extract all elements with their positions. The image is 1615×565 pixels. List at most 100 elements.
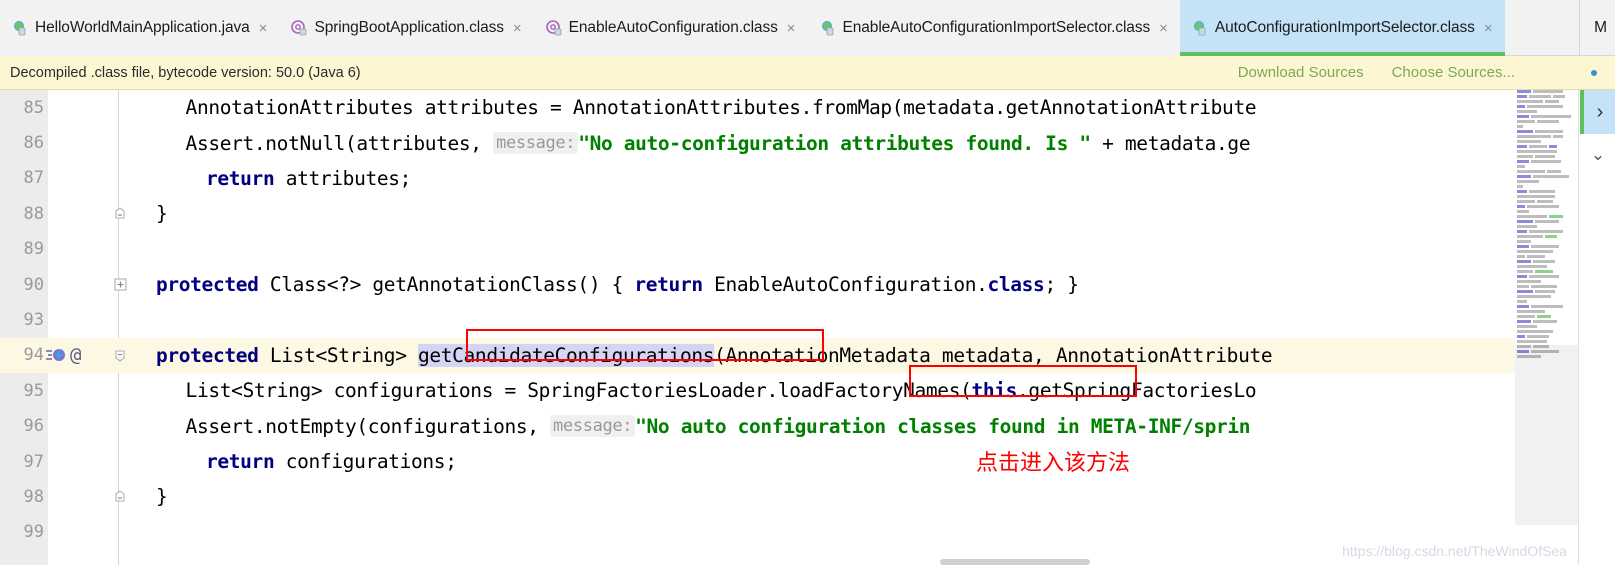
line-number: 90 (0, 266, 44, 303)
implementing-method-icon[interactable] (46, 346, 68, 364)
download-sources-link[interactable]: Download Sources (1238, 64, 1364, 81)
minimap-row (1515, 200, 1578, 203)
next-occurrence-button[interactable]: › (1580, 90, 1615, 134)
minimap-row (1515, 120, 1578, 123)
load-factory-names-call[interactable]: loadFactoryNames (778, 379, 961, 402)
code-editor[interactable]: 85 AnnotationAttributes attributes = Ann… (0, 90, 1615, 565)
keyword: protected (156, 343, 259, 367)
code-line[interactable]: 98 } (0, 479, 1615, 515)
line-number: 96 (0, 408, 44, 444)
close-icon[interactable]: × (513, 21, 522, 36)
annotation-class-icon (291, 20, 307, 36)
keyword: return (206, 166, 275, 190)
minimap-row (1515, 195, 1578, 198)
tab-enableautoconfigurationimportselector[interactable]: EnableAutoConfigurationImportSelector.cl… (807, 0, 1180, 56)
code-line[interactable]: 95 List<String> configurations = SpringF… (0, 373, 1615, 409)
minimap-row (1515, 230, 1578, 233)
line-number: 86 (0, 125, 44, 161)
code-line[interactable]: 96 Assert.notEmpty(configurations, messa… (0, 408, 1615, 444)
annotation-class-icon (545, 20, 562, 36)
close-icon[interactable]: × (787, 21, 796, 36)
minimap-row (1515, 295, 1578, 298)
tab-overflow-indicator[interactable]: M (1579, 0, 1615, 55)
minimap-row (1515, 250, 1578, 253)
minimap-row (1515, 285, 1578, 288)
code-minimap[interactable] (1515, 90, 1578, 565)
code-line[interactable]: 97 return configurations; (0, 443, 1615, 480)
minimap-row (1515, 225, 1578, 228)
tab-enableautoconfiguration[interactable]: EnableAutoConfiguration.class × (533, 0, 808, 56)
line-code: } (140, 196, 168, 231)
line-code: return configurations; (140, 444, 457, 479)
code-line[interactable]: 85 AnnotationAttributes attributes = Ann… (0, 90, 1615, 126)
tab-autoconfigurationimportselector[interactable]: AutoConfigurationImportSelector.class × (1179, 0, 1505, 56)
code-text: } (156, 485, 168, 509)
code-line[interactable]: 90 protected Class<?> getAnnotationClass… (0, 266, 1615, 303)
tab-label: HelloWorldMainApplication.java (35, 19, 250, 36)
class-file-icon (821, 21, 833, 36)
code-line-current[interactable]: 94 @ protected List<String> getCandidate… (0, 337, 1615, 374)
code-text: (AnnotationMetadata metadata, Annotation… (714, 343, 1273, 367)
gutter-icons[interactable]: @ (46, 338, 118, 373)
line-code: List<String> configurations = SpringFact… (140, 373, 1257, 408)
minimap-row (1515, 335, 1578, 338)
fold-collapse-marker[interactable] (112, 338, 128, 373)
minimap-highlight-region (1515, 345, 1578, 525)
tab-label: AutoConfigurationImportSelector.class (1214, 19, 1475, 36)
close-icon[interactable]: × (259, 21, 268, 36)
tab-label: EnableAutoConfigurationImportSelector.cl… (842, 19, 1151, 36)
minimap-row (1515, 90, 1578, 93)
minimap-row (1515, 290, 1578, 293)
notification-message: Decompiled .class file, bytecode version… (10, 64, 361, 81)
code-line[interactable]: 86 Assert.notNull(attributes, message: "N… (0, 125, 1615, 161)
close-icon[interactable]: × (1484, 21, 1493, 36)
fold-end-marker[interactable] (112, 479, 128, 514)
editor-tab-bar: HelloWorldMainApplication.java × SpringB… (0, 0, 1615, 56)
parameter-hint: message: (493, 132, 579, 155)
minimap-row (1515, 105, 1578, 108)
fold-end-marker[interactable] (112, 196, 128, 231)
editor-right-gutter: › ⌄ (1578, 90, 1615, 565)
code-text: List<String> configurations = SpringFact… (140, 379, 779, 403)
minimap-row (1515, 245, 1578, 248)
horizontal-scrollbar-thumb[interactable] (940, 559, 1090, 565)
line-code: Assert.notEmpty(configurations, message:… (140, 409, 1251, 444)
tab-springbootapplication[interactable]: SpringBootApplication.class × (279, 0, 534, 56)
code-text: EnableAutoConfiguration. (702, 273, 988, 297)
minimap-row (1515, 125, 1578, 128)
minimap-row (1515, 95, 1578, 98)
line-number: 99 (0, 514, 44, 551)
fold-expand-marker[interactable] (112, 267, 128, 302)
collapse-notification-button[interactable]: ⌄ (1580, 136, 1615, 174)
minimap-row (1515, 190, 1578, 193)
code-line[interactable]: 88 } (0, 196, 1615, 232)
choose-sources-link[interactable]: Choose Sources... (1392, 64, 1515, 81)
selected-method-name[interactable]: getCandidateConfigurations (417, 343, 714, 367)
line-number: 98 (0, 479, 44, 515)
minimap-row (1515, 160, 1578, 163)
line-number: 93 (0, 302, 44, 338)
minimap-row (1515, 135, 1578, 138)
code-text: AnnotationAttributes attributes = Annota… (140, 96, 1257, 120)
line-number: 85 (0, 90, 44, 126)
code-text: ; } (1044, 273, 1079, 297)
line-number: 97 (0, 443, 44, 480)
tab-label: SpringBootApplication.class (314, 19, 504, 36)
line-number: 88 (0, 196, 44, 232)
minimap-row (1515, 235, 1578, 238)
code-line[interactable]: 87 return attributes; (0, 160, 1615, 197)
code-line[interactable]: 89 (0, 231, 1615, 267)
annotation-icon[interactable]: @ (70, 345, 81, 365)
code-line[interactable]: 93 (0, 302, 1615, 338)
string-literal: "No auto configuration classes found in … (635, 414, 1251, 438)
tab-helloworldmainapplication[interactable]: HelloWorldMainApplication.java × (0, 0, 280, 56)
chinese-annotation-note: 点击进入该方法 (976, 451, 1131, 476)
close-icon[interactable]: × (1159, 21, 1168, 36)
string-literal: "No auto-configuration attributes found.… (578, 131, 1091, 155)
parameter-hint: message: (550, 415, 636, 438)
line-code: protected Class<?> getAnnotationClass() … (140, 267, 1079, 302)
minimap-row (1515, 280, 1578, 283)
minimap-row (1515, 260, 1578, 263)
watermark: https://blog.csdn.net/TheWindOfSea (1342, 543, 1567, 559)
minimap-row (1515, 330, 1578, 333)
